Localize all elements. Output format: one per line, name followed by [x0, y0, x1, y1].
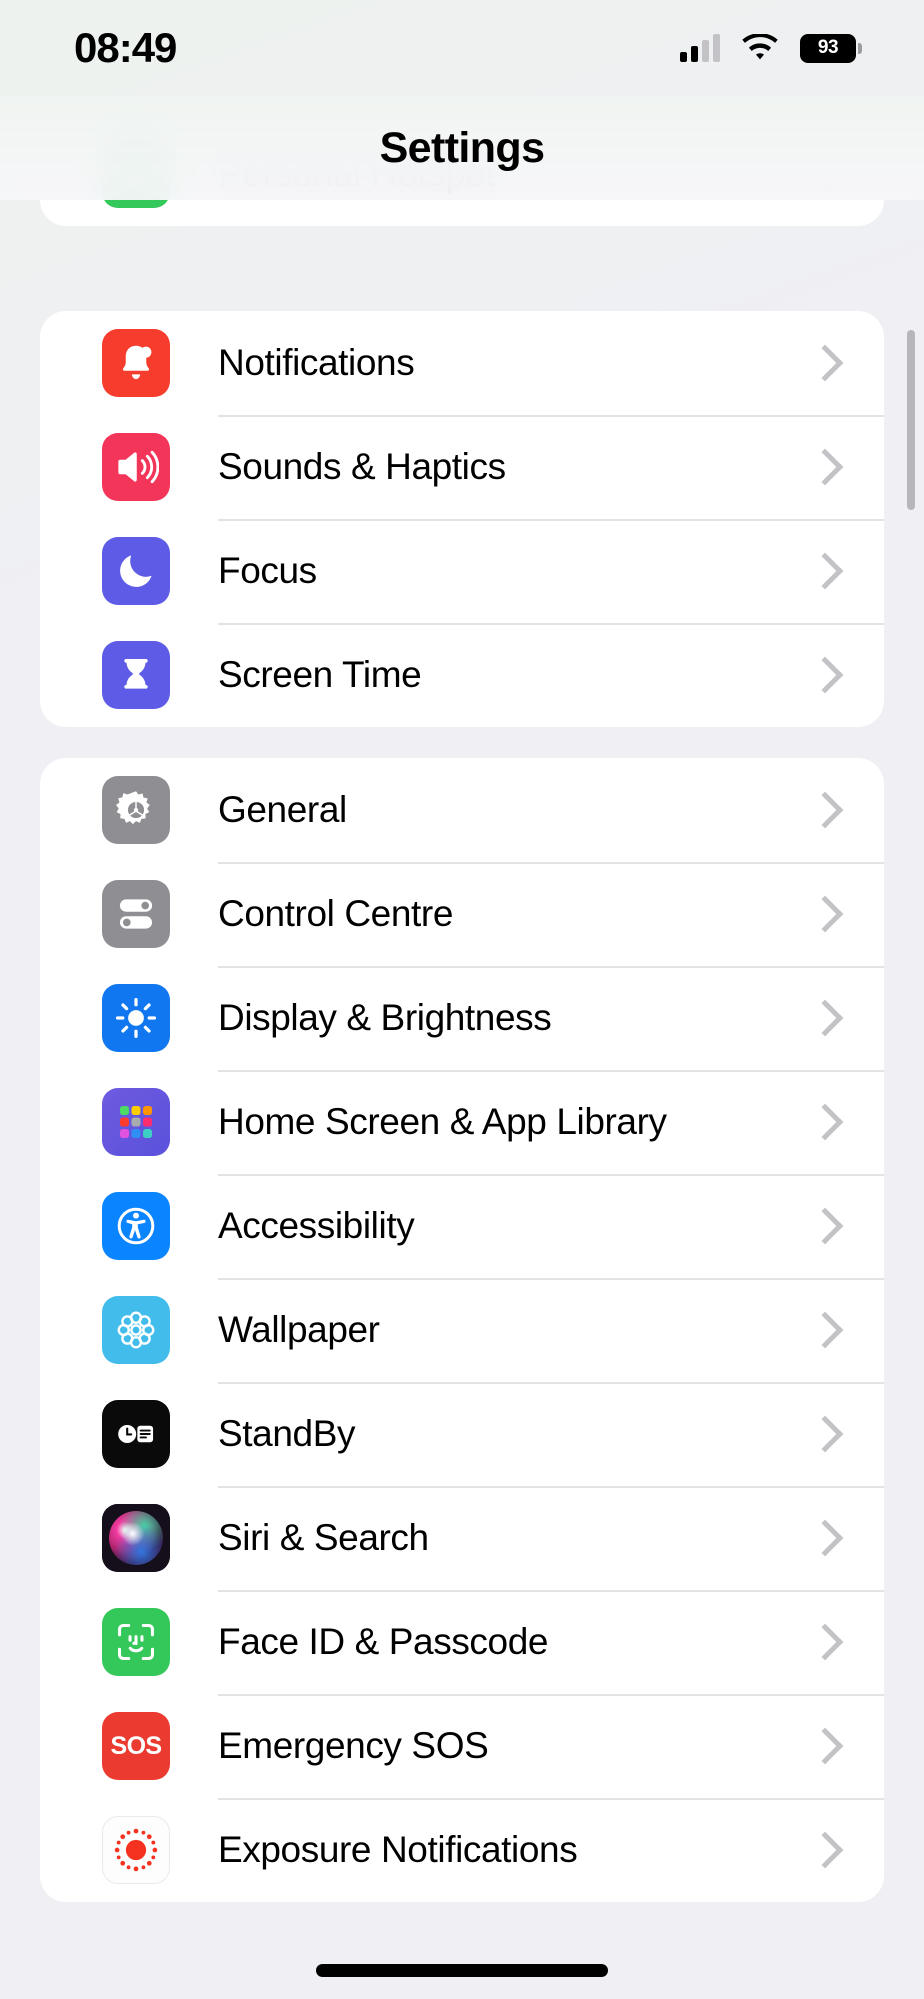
chevron-right-icon [806, 999, 844, 1037]
sidebar-item-wallpaper[interactable]: Wallpaper [40, 1278, 884, 1382]
chevron-right-icon [806, 552, 844, 590]
standby-icon [102, 1400, 170, 1468]
sidebar-item-label: Sounds & Haptics [218, 446, 506, 487]
sidebar-item-siri-search[interactable]: Siri & Search [40, 1486, 884, 1590]
chevron-right-icon [806, 1103, 844, 1141]
chevron-right-icon [806, 1623, 844, 1661]
battery-percent-label: 93 [817, 37, 839, 58]
chevron-right-icon [806, 1519, 844, 1557]
settings-group-system: General Control Centre Display & Brightn… [40, 758, 884, 1902]
battery-icon: 93 [800, 33, 862, 63]
chevron-right-icon [806, 791, 844, 829]
sidebar-item-emergency-sos[interactable]: SOS Emergency SOS [40, 1694, 884, 1798]
toggles-icon [102, 880, 170, 948]
sidebar-item-standby[interactable]: StandBy [40, 1382, 884, 1486]
cellular-bars-icon [680, 34, 720, 62]
chevron-right-icon [806, 1727, 844, 1765]
sidebar-item-label: Focus [218, 550, 317, 591]
moon-icon [102, 537, 170, 605]
chevron-right-icon [806, 1311, 844, 1349]
sidebar-item-sounds-haptics[interactable]: Sounds & Haptics [40, 415, 884, 519]
sidebar-item-general[interactable]: General [40, 758, 884, 862]
chevron-right-icon [806, 344, 844, 382]
sidebar-item-label: Face ID & Passcode [218, 1621, 549, 1662]
sidebar-item-focus[interactable]: Focus [40, 519, 884, 623]
sun-icon [102, 984, 170, 1052]
vertical-scrollbar[interactable] [907, 330, 915, 510]
chevron-right-icon [806, 1207, 844, 1245]
status-bar: 08:49 93 [0, 0, 924, 96]
exposure-icon [102, 1816, 170, 1884]
sidebar-item-screen-time[interactable]: Screen Time [40, 623, 884, 727]
chevron-right-icon [806, 1415, 844, 1453]
sidebar-item-accessibility[interactable]: Accessibility [40, 1174, 884, 1278]
app-grid-icon [102, 1088, 170, 1156]
status-bar-clock: 08:49 [74, 24, 177, 71]
speaker-icon [102, 433, 170, 501]
sidebar-item-face-id-passcode[interactable]: Face ID & Passcode [40, 1590, 884, 1694]
face-id-icon [102, 1608, 170, 1676]
sidebar-item-label: Wallpaper [218, 1309, 380, 1350]
sidebar-item-label: General [218, 789, 347, 830]
sidebar-item-label: Control Centre [218, 893, 454, 934]
sidebar-item-label: Display & Brightness [218, 997, 552, 1038]
navigation-bar: Settings [0, 96, 924, 200]
sidebar-item-display-brightness[interactable]: Display & Brightness [40, 966, 884, 1070]
sidebar-item-label: Exposure Notifications [218, 1829, 578, 1870]
battery-cap [858, 42, 862, 54]
siri-orb-icon [102, 1504, 170, 1572]
sidebar-item-label: Screen Time [218, 654, 422, 695]
home-indicator [316, 1964, 608, 1977]
sidebar-item-label: Accessibility [218, 1205, 415, 1246]
status-bar-indicators: 93 [680, 33, 862, 63]
chevron-right-icon [806, 656, 844, 694]
sidebar-item-home-screen-app-library[interactable]: Home Screen & App Library [40, 1070, 884, 1174]
sos-glyph-text: SOS [110, 1731, 163, 1760]
wifi-icon [742, 34, 778, 60]
sidebar-item-label: Notifications [218, 342, 415, 383]
settings-scroll-content[interactable]: Personal Hotspot Notifications [0, 0, 924, 1999]
page-title: Settings [379, 123, 545, 172]
settings-screen: Personal Hotspot Notifications [0, 0, 924, 1999]
chevron-right-icon [806, 1831, 844, 1869]
sidebar-item-label: Siri & Search [218, 1517, 429, 1558]
chevron-right-icon [806, 448, 844, 486]
sidebar-item-control-centre[interactable]: Control Centre [40, 862, 884, 966]
accessibility-icon [102, 1192, 170, 1260]
sidebar-item-label: StandBy [218, 1413, 356, 1454]
sidebar-item-exposure-notifications[interactable]: Exposure Notifications [40, 1798, 884, 1902]
sidebar-item-label: Emergency SOS [218, 1725, 489, 1766]
hourglass-icon [102, 641, 170, 709]
flower-icon [102, 1296, 170, 1364]
settings-group-alerts: Notifications Sounds & Haptics Focus Scr… [40, 311, 884, 727]
bell-icon [102, 329, 170, 397]
sidebar-item-notifications[interactable]: Notifications [40, 311, 884, 415]
chevron-right-icon [806, 895, 844, 933]
sos-icon: SOS [102, 1712, 170, 1780]
gear-icon [102, 776, 170, 844]
sidebar-item-label: Home Screen & App Library [218, 1101, 667, 1142]
